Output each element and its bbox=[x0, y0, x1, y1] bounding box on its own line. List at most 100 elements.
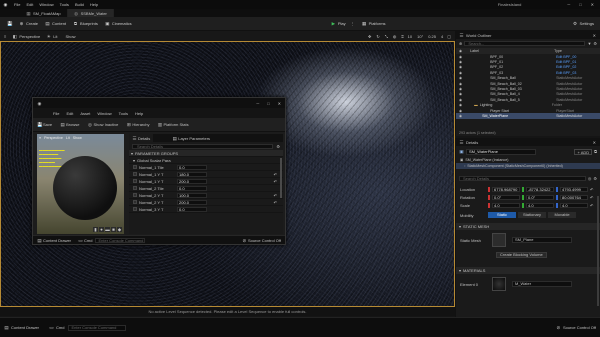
unreal-logo-icon[interactable]: ◉ bbox=[3, 2, 8, 7]
visibility-icon[interactable]: ◉ bbox=[459, 55, 462, 59]
content-drawer-button[interactable]: ▤ Content Drawer bbox=[37, 238, 71, 243]
mobility-static-button[interactable]: Static bbox=[488, 212, 516, 218]
param-value-input[interactable]: 0.0 bbox=[177, 185, 207, 191]
param-value-input[interactable]: 0.0 bbox=[177, 164, 207, 170]
material-window-titlebar[interactable]: ◉ ─ □ ✕ bbox=[33, 98, 285, 108]
row-type[interactable]: Edit BPF_03 bbox=[556, 71, 596, 75]
mobility-stationary-button[interactable]: Stationary bbox=[518, 212, 546, 218]
platforms-button[interactable]: ▦ Platforms bbox=[362, 21, 386, 26]
outliner-search-input[interactable]: Search... bbox=[464, 41, 586, 46]
eye-icon[interactable]: ◎ bbox=[588, 176, 592, 181]
grid-snap-value[interactable]: 10 bbox=[408, 34, 412, 39]
platform-stats-button[interactable]: ▥ Platform Stats bbox=[158, 122, 189, 127]
param-checkbox[interactable] bbox=[133, 207, 137, 211]
menu-edit[interactable]: Edit bbox=[66, 111, 73, 116]
viewport-maximize-icon[interactable]: ▢ bbox=[447, 34, 451, 39]
rotation-z-input[interactable]: 80.000764 bbox=[560, 194, 588, 200]
rotation-y-input[interactable]: 0.0° bbox=[526, 194, 554, 200]
close-tab-icon[interactable]: ✕ bbox=[593, 140, 596, 145]
perspective-button[interactable]: ◧ Perspective bbox=[12, 34, 41, 39]
menu-file[interactable]: File bbox=[53, 111, 59, 116]
material-preview-viewport[interactable]: ≡ Perspective Lit Show ▬▬▬▬▬▬▬▬ ▬▬▬▬▬▬ ▬▬▬… bbox=[37, 134, 124, 234]
scale-z-input[interactable]: 4.0 bbox=[560, 202, 588, 208]
show-inactive-button[interactable]: ◎ Show Inactive bbox=[87, 122, 118, 127]
add-component-button[interactable]: + ADD bbox=[574, 148, 593, 155]
reset-to-default-icon[interactable]: ↶ bbox=[274, 179, 277, 184]
rotate-icon[interactable]: ↻ bbox=[376, 34, 379, 39]
scale-x-input[interactable]: 4.0 bbox=[492, 202, 520, 208]
outliner-row-selected[interactable]: ◉ SM_WaterPlane StaticMeshActor bbox=[456, 113, 600, 119]
teapot-icon[interactable]: ◆ bbox=[117, 227, 122, 232]
visibility-icon[interactable]: ◉ bbox=[459, 87, 462, 91]
add-filter-icon[interactable]: ⊕ bbox=[459, 41, 462, 46]
tab-map[interactable]: ▦ SM_FloatAMap bbox=[20, 9, 68, 17]
param-value-input[interactable]: 180.0 bbox=[177, 171, 207, 177]
outliner-row[interactable]: ◉ ▬ Lighting Folder bbox=[456, 103, 600, 108]
tab-material[interactable]: ◍ SSBMe_Water bbox=[67, 9, 114, 17]
param-checkbox[interactable] bbox=[133, 193, 137, 197]
visibility-icon[interactable]: ◉ bbox=[459, 65, 462, 69]
blueprints-button[interactable]: ⧉ Blueprints bbox=[73, 21, 98, 26]
param-checkbox[interactable] bbox=[133, 172, 137, 176]
visibility-icon[interactable]: ◉ bbox=[459, 109, 462, 113]
cube-icon[interactable]: ■ bbox=[111, 227, 116, 232]
close-tab-icon[interactable]: ✕ bbox=[593, 33, 596, 38]
param-value-input[interactable]: 200.0 bbox=[177, 178, 207, 184]
play-button[interactable]: ▶ Play bbox=[331, 21, 346, 26]
col-type[interactable]: Type bbox=[554, 49, 562, 53]
param-value-input[interactable]: 0.0 bbox=[177, 206, 207, 212]
reset-to-default-icon[interactable]: ↶ bbox=[274, 172, 277, 177]
details-search-input[interactable]: Search Details bbox=[459, 175, 586, 181]
content-drawer-button[interactable]: ▤ Content Drawer bbox=[4, 325, 39, 330]
world-icon[interactable]: ◍ bbox=[393, 34, 397, 39]
visibility-icon[interactable]: ◉ bbox=[459, 98, 462, 102]
mesh-thumbnail[interactable] bbox=[492, 233, 506, 247]
content-button[interactable]: ▤ Content bbox=[45, 21, 66, 26]
create-button[interactable]: ⊕ Create bbox=[19, 21, 38, 26]
save-icon[interactable]: 💾 bbox=[7, 21, 13, 26]
row-type[interactable]: Edit BPF_02 bbox=[556, 65, 596, 69]
details-scrollbar[interactable] bbox=[280, 158, 282, 198]
menu-edit[interactable]: Edit bbox=[26, 2, 33, 7]
visibility-icon[interactable]: ◉ bbox=[459, 92, 462, 96]
plane-icon[interactable]: ▬ bbox=[105, 227, 110, 232]
rotation-snap-value[interactable]: 10° bbox=[417, 34, 423, 39]
minimize-button[interactable]: ─ bbox=[567, 2, 570, 7]
parameter-groups-header[interactable]: ▾ PARAMETER GROUPS bbox=[129, 150, 283, 157]
actor-name-input[interactable]: SM_WaterPlane bbox=[466, 148, 536, 155]
cinematics-button[interactable]: ▣ Cinematics bbox=[105, 21, 131, 26]
location-y-input[interactable]: -8778.32422 bbox=[526, 186, 554, 192]
material-editor-window[interactable]: ◉ ─ □ ✕ File Edit Asset Window Tools Hel… bbox=[32, 97, 286, 245]
visibility-icon[interactable]: ◉ bbox=[459, 71, 462, 75]
settings-icon[interactable]: ⚙ bbox=[593, 176, 597, 181]
param-checkbox[interactable] bbox=[133, 200, 137, 204]
reset-icon[interactable]: ↶ bbox=[590, 203, 593, 208]
details-search-input[interactable]: Search Details bbox=[132, 143, 274, 149]
preview-lit-button[interactable]: Lit bbox=[66, 136, 70, 140]
reset-to-default-icon[interactable]: ↶ bbox=[274, 193, 277, 198]
console-input[interactable]: Enter Console Command bbox=[95, 237, 146, 243]
source-control-button[interactable]: ⊘ Source Control Off bbox=[242, 238, 281, 243]
viewport-options-icon[interactable]: ≡ bbox=[4, 34, 6, 39]
preview-options-icon[interactable]: ≡ bbox=[39, 136, 41, 140]
materials-section-header[interactable]: ▾ MATERIALS bbox=[456, 267, 600, 274]
details-scrollbar[interactable] bbox=[597, 196, 599, 306]
row-type[interactable]: Edit BPF_01 bbox=[556, 60, 596, 64]
param-value-input[interactable]: 200.0 bbox=[177, 199, 207, 205]
menu-asset[interactable]: Asset bbox=[80, 111, 90, 116]
close-button[interactable]: ✕ bbox=[591, 2, 594, 7]
reset-icon[interactable]: ↶ bbox=[590, 187, 593, 192]
settings-icon[interactable]: ⚙ bbox=[276, 144, 280, 149]
source-control-button[interactable]: ⊘ Source Control Off bbox=[556, 325, 596, 330]
menu-file[interactable]: File bbox=[14, 2, 20, 7]
param-value-input[interactable]: 100.0 bbox=[177, 192, 207, 198]
component-child-row[interactable]: ▫ StaticMeshComponent (StaticMeshComponen… bbox=[456, 163, 600, 169]
lit-button[interactable]: ☀ Lit bbox=[46, 34, 58, 39]
eye-icon[interactable]: ◉ bbox=[459, 49, 462, 53]
save-button[interactable]: 💾 Save bbox=[37, 122, 52, 127]
reset-to-default-icon[interactable]: ↶ bbox=[274, 200, 277, 205]
maximize-button[interactable]: □ bbox=[267, 101, 269, 106]
camera-speed-value[interactable]: 4 bbox=[441, 34, 443, 39]
filter-icon[interactable]: ▼ bbox=[587, 41, 591, 46]
minimize-button[interactable]: ─ bbox=[256, 101, 259, 106]
